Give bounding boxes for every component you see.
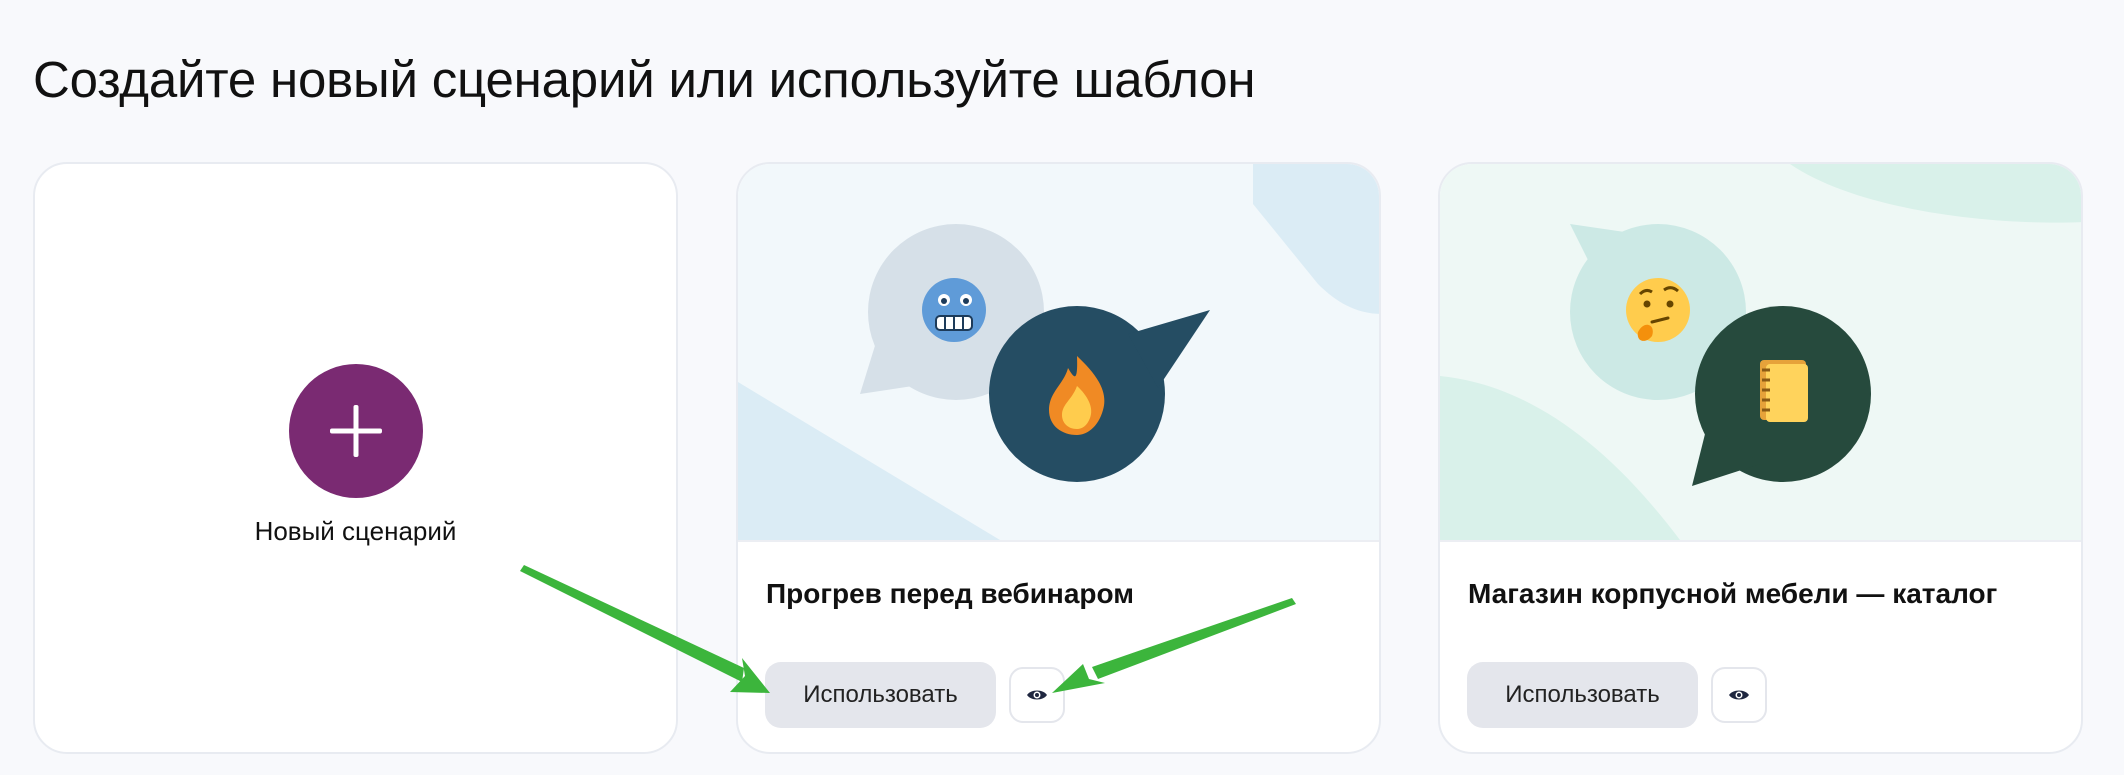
- notebook-icon: [1760, 360, 1808, 422]
- preview-button[interactable]: [1711, 667, 1767, 723]
- preview-button[interactable]: [1009, 667, 1065, 723]
- thinking-face-icon: [1626, 278, 1690, 342]
- use-template-button[interactable]: Использовать: [1467, 662, 1698, 728]
- new-scenario-label: Новый сценарий: [254, 516, 457, 546]
- new-scenario-card[interactable]: Новый сценарий: [33, 162, 678, 754]
- template-card-furniture: Магазин корпусной мебели — каталог Испол…: [1438, 162, 2083, 754]
- cold-face-icon: [922, 278, 986, 342]
- eye-icon: [1729, 690, 1749, 700]
- template-title: Магазин корпусной мебели — каталог: [1468, 578, 1998, 609]
- add-scenario-button[interactable]: [288, 364, 423, 498]
- page-title: Создайте новый сценарий или используйте …: [33, 51, 1256, 108]
- template-illustration: [1440, 164, 2081, 540]
- template-title: Прогрев перед вебинаром: [766, 578, 1134, 609]
- eye-icon: [1027, 690, 1047, 700]
- use-template-button[interactable]: Использовать: [765, 662, 996, 728]
- template-illustration: [738, 164, 1379, 540]
- template-card-webinar: Прогрев перед вебинаром Использовать: [736, 162, 1381, 754]
